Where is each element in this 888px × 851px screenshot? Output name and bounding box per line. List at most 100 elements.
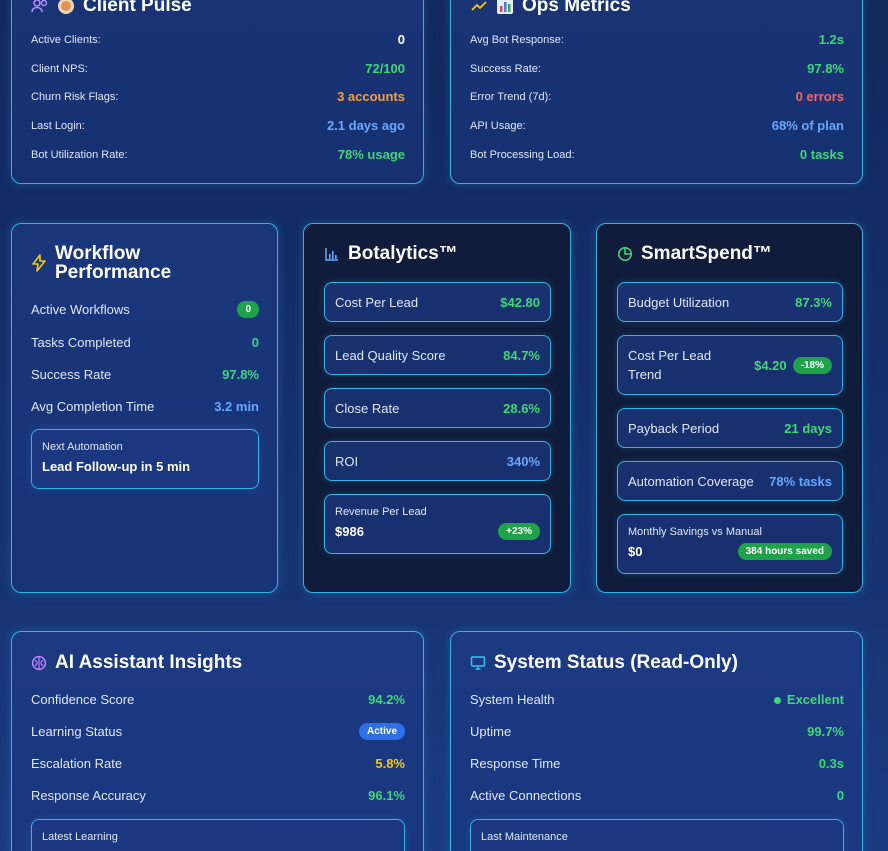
savings-caption: Monthly Savings vs Manual <box>628 526 762 538</box>
row-value: 97.8% <box>222 367 259 382</box>
row-label: Uptime <box>470 724 512 739</box>
ops-metrics-card: Ops Metrics Avg Bot Response: 1.2s Succe… <box>450 0 863 184</box>
row-label: Client NPS: <box>31 62 88 75</box>
botalytics-row-close: Close Rate 28.6% <box>324 388 551 428</box>
ops-row-load: Bot Processing Load: 0 tasks <box>470 147 844 162</box>
ai-row-learning: Learning Status Active <box>31 723 405 740</box>
row-label: Close Rate <box>335 400 400 416</box>
system-status-card: System Status (Read-Only) System Health … <box>450 631 863 851</box>
client-row-nps: Client NPS: 72/100 <box>31 61 405 76</box>
row-value: Excellent <box>786 692 844 707</box>
last-maintenance-caption: Last Maintenance <box>481 831 568 843</box>
savings-value: $0 <box>628 544 643 559</box>
botalytics-title-text: Botalytics™ <box>348 243 458 264</box>
row-label: Response Accuracy <box>31 788 146 803</box>
row-label: Confidence Score <box>31 692 135 707</box>
workflow-title: Workflow Performance <box>31 244 171 282</box>
system-status-title: System Status (Read-Only) <box>470 653 738 672</box>
client-row-active: Active Clients: 0 <box>31 32 405 47</box>
users-icon <box>31 0 49 14</box>
row-value: $42.80 <box>500 294 540 310</box>
system-row-uptime: Uptime 99.7% <box>470 724 844 739</box>
bar-chart-icon <box>496 0 514 15</box>
row-label: Success Rate <box>31 367 112 382</box>
row-label: Active Connections <box>470 788 582 803</box>
row-value: 3.2 min <box>214 399 259 414</box>
ops-row-response: Avg Bot Response: 1.2s <box>470 32 844 47</box>
smartspend-row-budget: Budget Utilization 87.3% <box>617 282 843 322</box>
client-pulse-title-text: Client Pulse <box>83 0 192 16</box>
row-label: Success Rate: <box>470 62 541 75</box>
workflow-row-success: Success Rate 97.8% <box>31 367 259 382</box>
botalytics-row-quality: Lead Quality Score 84.7% <box>324 335 551 375</box>
workflow-title-line2: Performance <box>55 262 172 283</box>
row-value: 68% of plan <box>771 118 844 133</box>
client-row-utilization: Bot Utilization Rate: 78% usage <box>31 147 405 162</box>
row-label: Budget Utilization <box>628 294 730 310</box>
workflow-row-tasks: Tasks Completed 0 <box>31 335 259 350</box>
workflow-row-active: Active Workflows 0 <box>31 301 259 318</box>
row-value: 5.8% <box>375 756 405 771</box>
row-value: 21 days <box>784 420 832 436</box>
row-value: 99.7% <box>807 724 844 739</box>
last-maintenance-box: Last Maintenance <box>470 819 844 851</box>
row-label: Tasks Completed <box>31 335 131 350</box>
row-label: System Health <box>470 692 555 707</box>
latest-learning-caption: Latest Learning <box>42 831 118 843</box>
smartspend-card: SmartSpend™ Budget Utilization 87.3% Cos… <box>596 223 863 593</box>
ops-row-success: Success Rate: 97.8% <box>470 61 844 76</box>
row-value: 72/100 <box>365 61 405 76</box>
row-value: 96.1% <box>368 788 405 803</box>
smartspend-row-payback: Payback Period 21 days <box>617 408 843 448</box>
row-label: Error Trend (7d): <box>470 90 552 103</box>
smartspend-title-text: SmartSpend™ <box>641 243 772 264</box>
row-label: Response Time <box>470 756 561 771</box>
active-workflows-badge: 0 <box>237 301 259 318</box>
row-label: Last Login: <box>31 119 85 132</box>
workflow-row-completion: Avg Completion Time 3.2 min <box>31 399 259 414</box>
ops-metrics-title-text: Ops Metrics <box>522 0 631 16</box>
row-label: Learning Status <box>31 724 123 739</box>
cpl-trend-label-line1: Cost Per Lead <box>628 348 712 363</box>
row-value: 0.3s <box>818 756 844 771</box>
row-label: Automation Coverage <box>628 473 754 489</box>
row-value: 84.7% <box>503 347 540 363</box>
workflow-performance-card: Workflow Performance Active Workflows 0 … <box>11 223 278 593</box>
row-label: ROI <box>335 453 359 469</box>
row-label: Escalation Rate <box>31 756 123 771</box>
cpl-trend-badge: -18% <box>792 356 832 374</box>
ops-metrics-title: Ops Metrics <box>470 0 631 15</box>
ops-row-api: API Usage: 68% of plan <box>470 118 844 133</box>
botalytics-title: Botalytics™ <box>324 244 458 263</box>
trend-icon <box>470 0 488 14</box>
row-value: 0 errors <box>795 89 844 104</box>
row-label: API Usage: <box>470 119 526 132</box>
row-value: 3 accounts <box>337 89 405 104</box>
brain-icon <box>31 655 47 671</box>
ai-row-accuracy: Response Accuracy 96.1% <box>31 788 405 803</box>
row-value: 28.6% <box>503 400 540 416</box>
status-dot-icon <box>773 697 781 705</box>
cpl-trend-value: $4.20 <box>754 357 787 373</box>
monitor-icon <box>470 655 486 671</box>
row-value: 1.2s <box>818 32 844 47</box>
revenue-caption: Revenue Per Lead <box>335 506 427 518</box>
row-value: 94.2% <box>368 692 405 707</box>
next-automation-value: Lead Follow-up in 5 min <box>42 459 191 474</box>
row-label: Churn Risk Flags: <box>31 90 119 103</box>
workflow-title-line1: Workflow <box>55 243 141 264</box>
row-label: Bot Utilization Rate: <box>31 148 128 161</box>
learning-status-badge: Active <box>358 723 405 740</box>
row-value: 78% tasks <box>769 473 832 489</box>
row-label: Payback Period <box>628 420 720 436</box>
botalytics-row-roi: ROI 340% <box>324 441 551 481</box>
botalytics-row-cpl: Cost Per Lead $42.80 <box>324 282 551 322</box>
system-row-health: System Health Excellent <box>470 692 844 707</box>
client-pulse-title: Client Pulse <box>31 0 192 15</box>
row-label: Active Clients: <box>31 33 101 46</box>
next-automation-caption: Next Automation <box>42 441 123 453</box>
row-value: 0 <box>836 788 844 803</box>
row-label: Avg Completion Time <box>31 399 155 414</box>
lightning-icon <box>31 254 47 272</box>
column-chart-icon <box>324 246 340 262</box>
